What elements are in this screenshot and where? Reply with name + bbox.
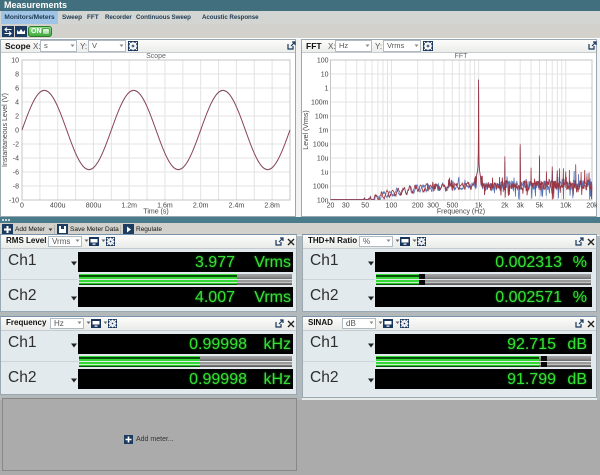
svg-text:0: 0 [20, 203, 24, 210]
svg-text:20: 20 [327, 203, 335, 210]
svg-text:Frequency (Hz): Frequency (Hz) [437, 209, 485, 216]
svg-text:Scope: Scope [146, 53, 166, 60]
svg-text:200: 200 [412, 203, 424, 210]
svg-text:1: 1 [325, 86, 329, 93]
svg-text:30: 30 [342, 203, 350, 210]
svg-text:2.8m: 2.8m [264, 203, 280, 210]
svg-text:20k: 20k [586, 203, 597, 210]
svg-text:2.0m: 2.0m [193, 203, 209, 210]
svg-text:Time (s): Time (s) [143, 209, 168, 216]
svg-text:100: 100 [317, 58, 329, 65]
svg-text:4: 4 [15, 100, 19, 107]
svg-text:2k: 2k [501, 203, 509, 210]
svg-text:100u: 100u [313, 142, 329, 149]
svg-text:FFT: FFT [455, 53, 469, 60]
svg-text:5k: 5k [536, 203, 544, 210]
svg-text:-6: -6 [13, 170, 19, 177]
svg-text:100n: 100n [313, 184, 329, 191]
svg-text:0: 0 [15, 128, 19, 135]
svg-text:6: 6 [15, 86, 19, 93]
svg-text:10k: 10k [560, 203, 572, 210]
svg-text:400u: 400u [50, 203, 66, 210]
svg-text:-2: -2 [13, 142, 19, 149]
svg-text:10: 10 [11, 58, 19, 65]
svg-text:8: 8 [15, 72, 19, 79]
svg-text:10: 10 [321, 72, 329, 79]
svg-text:3k: 3k [516, 203, 524, 210]
svg-text:800u: 800u [86, 203, 102, 210]
svg-text:-8: -8 [13, 184, 19, 191]
svg-text:100m: 100m [311, 100, 329, 107]
svg-text:10m: 10m [315, 114, 329, 121]
svg-text:50: 50 [361, 203, 369, 210]
svg-text:-4: -4 [13, 156, 19, 163]
svg-text:1.2m: 1.2m [121, 203, 137, 210]
svg-text:10u: 10u [317, 156, 329, 163]
svg-text:100: 100 [386, 203, 398, 210]
svg-text:2.4m: 2.4m [229, 203, 245, 210]
svg-text:Level (Vrms): Level (Vrms) [303, 110, 310, 149]
svg-text:1u: 1u [321, 170, 329, 177]
svg-text:1m: 1m [319, 128, 329, 135]
svg-text:Instantaneous Level (V): Instantaneous Level (V) [2, 93, 9, 167]
svg-text:2: 2 [15, 114, 19, 121]
svg-text:-10: -10 [9, 198, 19, 205]
